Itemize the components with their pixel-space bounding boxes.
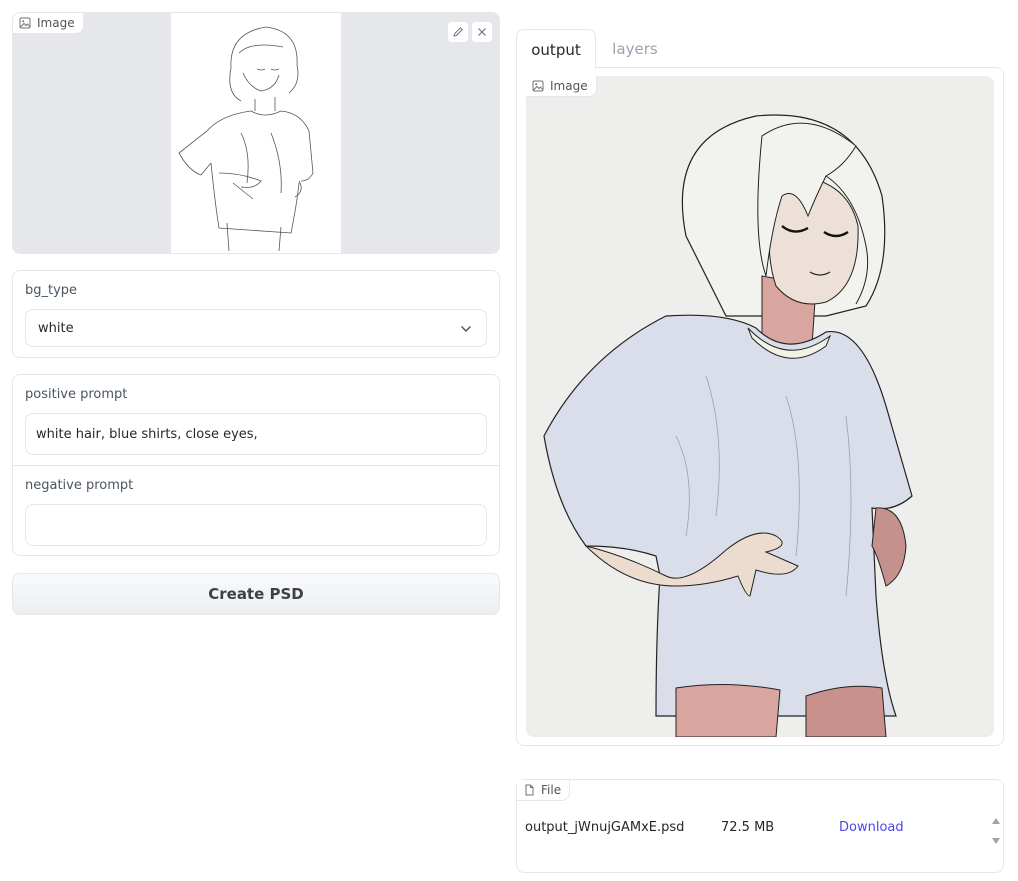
positive-prompt-value: white hair, blue shirts, close eyes, xyxy=(36,426,258,442)
positive-prompt-input[interactable]: white hair, blue shirts, close eyes, xyxy=(25,413,487,455)
bg-type-block: bg_type white xyxy=(12,270,500,358)
input-image-label: Image xyxy=(37,16,75,30)
download-link[interactable]: Download xyxy=(839,820,904,835)
close-icon xyxy=(476,23,488,42)
output-image-label: Image xyxy=(550,79,588,93)
output-image-label-chip: Image xyxy=(526,76,597,97)
bg-type-label: bg_type xyxy=(25,283,78,298)
scroll-up-icon[interactable] xyxy=(991,810,1001,829)
image-icon xyxy=(532,80,544,92)
prompts-divider xyxy=(13,465,499,466)
scroll-down-icon[interactable] xyxy=(991,830,1001,849)
chevron-down-icon xyxy=(460,323,472,338)
pencil-icon xyxy=(452,23,464,42)
bg-type-value: white xyxy=(38,320,74,336)
positive-prompt-label: positive prompt xyxy=(25,387,128,402)
image-icon xyxy=(19,17,31,29)
bg-type-dropdown[interactable]: white xyxy=(25,309,487,347)
prompts-block: positive prompt white hair, blue shirts,… xyxy=(12,374,500,556)
edit-image-button[interactable] xyxy=(447,21,469,43)
file-name: output_jWnujGAMxE.psd xyxy=(525,820,685,835)
input-image-panel[interactable]: Image xyxy=(12,12,500,254)
file-icon xyxy=(523,784,535,796)
output-image: Image xyxy=(526,76,994,737)
file-label: File xyxy=(541,783,562,797)
input-image-label-chip: Image xyxy=(13,13,84,34)
negative-prompt-label: negative prompt xyxy=(25,478,134,493)
file-size: 72.5 MB xyxy=(721,820,775,835)
file-output-block: File output_jWnujGAMxE.psd 72.5 MB Downl… xyxy=(516,779,1004,873)
create-psd-button[interactable]: Create PSD xyxy=(12,573,500,615)
negative-prompt-input[interactable] xyxy=(25,504,487,546)
tab-output[interactable]: output xyxy=(516,29,596,69)
tab-layers[interactable]: layers xyxy=(605,29,665,69)
sketch-image xyxy=(171,13,341,253)
clear-image-button[interactable] xyxy=(471,21,493,43)
file-label-chip: File xyxy=(517,780,571,801)
